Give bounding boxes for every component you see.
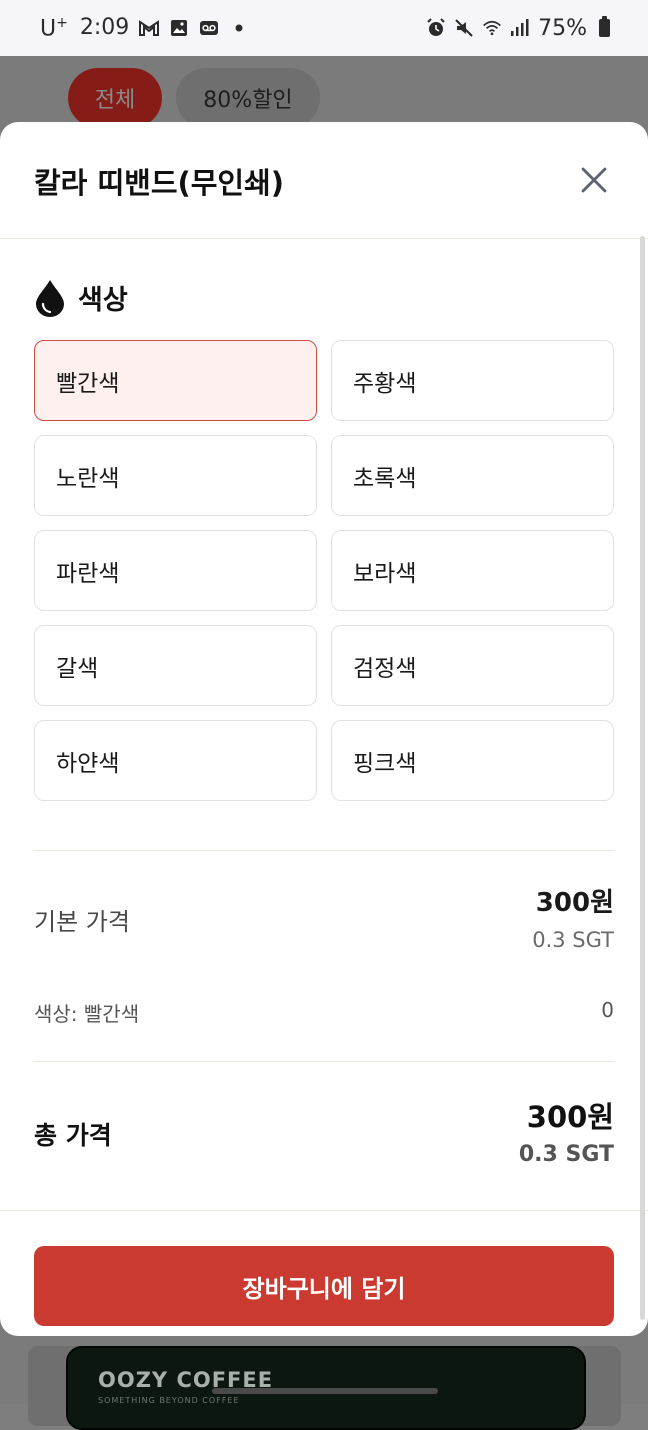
color-option-red[interactable]: 빨간색 (34, 340, 317, 421)
option-line-label: 색상: 빨간색 (34, 1002, 140, 1026)
option-sheet: 칼라 띠밴드(무인쇄) 색상 빨간색 주황색 노란색 초록색 파란색 보라색 갈… (0, 122, 648, 1336)
section-title: 색상 (78, 285, 128, 316)
wifi-icon (482, 18, 502, 38)
sheet-title: 칼라 띠밴드(무인쇄) (34, 166, 285, 200)
base-price-krw: 300원 (535, 888, 614, 918)
close-button[interactable] (572, 158, 616, 202)
alarm-icon (426, 18, 446, 38)
signal-icon (510, 18, 530, 38)
total-price-sgt: 0.3 SGT (518, 1142, 614, 1167)
color-option-orange[interactable]: 주황색 (331, 340, 614, 421)
color-option-blue[interactable]: 파란색 (34, 530, 317, 611)
sheet-header: 칼라 띠밴드(무인쇄) (0, 122, 648, 239)
total-price-krw: 300원 (526, 1100, 614, 1134)
total-price-label: 총 가격 (34, 1121, 112, 1150)
option-line-value: 0 (601, 998, 614, 1022)
voicemail-icon (199, 18, 219, 38)
color-option-brown[interactable]: 갈색 (34, 625, 317, 706)
color-option-green[interactable]: 초록색 (331, 435, 614, 516)
sheet-scrollbar[interactable] (640, 236, 645, 1320)
carrier-label: U+ (40, 14, 68, 42)
base-price-label: 기본 가격 (34, 908, 130, 936)
add-to-cart-button[interactable]: 장바구니에 담기 (34, 1246, 614, 1326)
filter-chip-sale[interactable]: 80%할인 (176, 68, 320, 128)
color-option-yellow[interactable]: 노란색 (34, 435, 317, 516)
color-option-grid: 빨간색 주황색 노란색 초록색 파란색 보라색 갈색 검정색 하얀색 핑크색 (34, 340, 614, 801)
total-divider (34, 1061, 614, 1062)
close-icon (581, 167, 607, 193)
color-option-white[interactable]: 하얀색 (34, 720, 317, 801)
mute-icon (454, 18, 474, 38)
dot-icon (229, 18, 249, 38)
battery-percent: 75% (538, 15, 587, 41)
status-bar: U+ 2:09 75% (0, 0, 648, 56)
color-option-pink[interactable]: 핑크색 (331, 720, 614, 801)
home-indicator[interactable] (212, 1388, 438, 1394)
battery-icon (599, 16, 610, 37)
color-option-black[interactable]: 검정색 (331, 625, 614, 706)
gmail-icon (139, 18, 160, 38)
price-divider (34, 850, 614, 851)
color-option-purple[interactable]: 보라색 (331, 530, 614, 611)
color-section-header: 색상 (34, 278, 128, 317)
gallery-icon (169, 18, 189, 38)
status-time: 2:09 (79, 15, 130, 41)
footer-divider (0, 1210, 648, 1211)
filter-chip-all[interactable]: 전체 (68, 68, 162, 128)
base-price-sgt: 0.3 SGT (532, 928, 614, 952)
drop-icon (36, 279, 64, 317)
